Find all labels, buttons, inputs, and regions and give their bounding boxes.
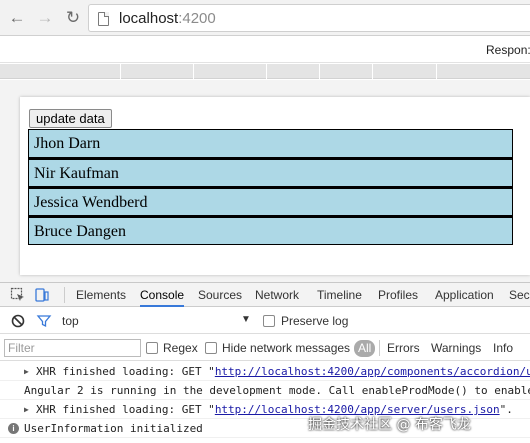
level-warnings[interactable]: Warnings — [431, 341, 481, 355]
preserve-log-label: Preserve log — [281, 314, 349, 328]
user-item[interactable]: Jessica Wendberd — [28, 187, 513, 216]
user-list: Jhon Darn Nir Kaufman Jessica Wendberd B… — [28, 129, 513, 245]
user-item[interactable]: Nir Kaufman — [28, 158, 513, 187]
hide-network-label: Hide network messages — [222, 341, 351, 355]
message-link[interactable]: http://localhost:4200/app/components/acc… — [215, 365, 530, 378]
device-toolbar-icon[interactable] — [34, 287, 50, 303]
tab-profiles[interactable]: Profiles — [378, 283, 418, 307]
preserve-log-checkbox[interactable] — [263, 315, 275, 327]
device-frame: update data Jhon Darn Nir Kaufman Jessic… — [20, 97, 530, 275]
inspect-element-icon[interactable] — [10, 287, 26, 303]
media-segment — [266, 64, 267, 79]
media-segment — [193, 64, 194, 79]
device-mode-bar: Respon: — [0, 37, 530, 63]
media-segment — [372, 64, 373, 79]
media-segment — [319, 64, 320, 79]
level-errors[interactable]: Errors — [387, 341, 420, 355]
toolbar-divider — [64, 287, 65, 303]
expand-arrow-icon[interactable]: ▶ — [24, 362, 29, 380]
tab-application[interactable]: Application — [435, 283, 494, 307]
message-text: XHR finished loading: GET "http://localh… — [36, 362, 530, 380]
clear-console-icon[interactable] — [10, 313, 26, 329]
address-bar[interactable]: localhost:4200 — [88, 4, 530, 32]
context-dropdown-icon[interactable]: ▼ — [241, 314, 251, 325]
console-message: Angular 2 is running in the development … — [0, 381, 530, 400]
back-arrow-icon[interactable]: ← — [7, 8, 27, 28]
tab-elements[interactable]: Elements — [76, 283, 126, 307]
devtools-tab-bar: Elements Console Sources Network Timelin… — [0, 283, 530, 307]
regex-label: Regex — [163, 341, 198, 355]
message-text: UserInformation initialized — [24, 422, 203, 435]
console-filter-input[interactable] — [4, 339, 141, 357]
reload-icon[interactable]: ↻ — [63, 8, 83, 28]
update-data-button[interactable]: update data — [29, 109, 112, 128]
console-message[interactable]: ▶ XHR finished loading: GET "http://loca… — [0, 362, 530, 381]
media-segment — [120, 64, 121, 79]
tab-console[interactable]: Console — [140, 283, 185, 307]
tab-network[interactable]: Network — [255, 283, 299, 307]
browser-toolbar: ← → ↻ localhost:4200 — [0, 0, 530, 36]
page-icon — [98, 12, 109, 26]
tab-sources[interactable]: Sources — [198, 283, 242, 307]
media-segment — [436, 64, 437, 79]
filter-icon[interactable] — [36, 313, 52, 329]
forward-arrow-icon[interactable]: → — [35, 8, 55, 28]
page-viewport: update data Jhon Darn Nir Kaufman Jessic… — [0, 80, 530, 282]
url-port: :4200 — [178, 10, 216, 27]
user-item[interactable]: Bruce Dangen — [28, 216, 513, 245]
level-info[interactable]: Info — [493, 341, 513, 355]
tab-security[interactable]: Sec — [509, 283, 530, 307]
level-all-button[interactable]: All — [354, 340, 376, 357]
regex-checkbox[interactable] — [146, 342, 158, 354]
hide-network-checkbox[interactable] — [205, 342, 217, 354]
message-text: Angular 2 is running in the development … — [24, 384, 530, 397]
tab-timeline[interactable]: Timeline — [317, 283, 362, 307]
responsive-dropdown[interactable]: Respon: — [486, 43, 530, 57]
console-filter-bar: Regex Hide network messages All Errors W… — [0, 335, 530, 361]
level-divider — [379, 340, 380, 356]
url-host: localhost — [119, 10, 179, 27]
info-icon: i — [8, 423, 19, 434]
console-toolbar: top ▼ Preserve log — [0, 308, 530, 334]
context-select[interactable]: top — [62, 314, 79, 328]
watermark: 掘金技术社区 @ 布客飞龙 — [308, 417, 471, 433]
url-text: localhost:4200 — [119, 10, 216, 28]
media-query-bar[interactable] — [0, 64, 530, 79]
user-item[interactable]: Jhon Darn — [28, 129, 513, 158]
expand-arrow-icon[interactable]: ▶ — [24, 400, 29, 418]
